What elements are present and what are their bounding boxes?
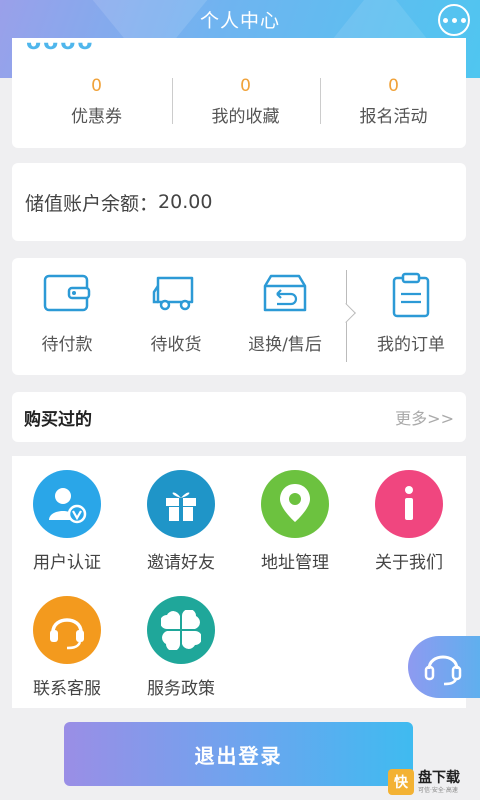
more-dots-icon[interactable] [438, 4, 470, 36]
user-verify-icon [33, 470, 101, 538]
clover-icon [147, 596, 215, 664]
wallet-icon [43, 274, 91, 312]
watermark-subtitle: 可信·安全·高速 [418, 786, 458, 794]
order-label: 退换/售后 [248, 335, 322, 355]
orders-card: 待付款 待收货 退换/售后 我的订单 [12, 258, 466, 375]
service-label: 关于我们 [375, 553, 443, 573]
order-label: 我的订单 [377, 335, 445, 355]
service-invite[interactable]: 邀请好友 [126, 470, 236, 573]
page-title: 个人中心 [199, 10, 280, 32]
service-about[interactable]: 关于我们 [354, 470, 464, 573]
service-label: 用户认证 [33, 553, 101, 573]
return-box-icon [263, 274, 307, 312]
service-address[interactable]: 地址管理 [240, 470, 350, 573]
order-label: 待付款 [41, 335, 93, 355]
service-label: 联系客服 [33, 679, 101, 699]
activity-count: 0 [388, 76, 399, 96]
stat-favorites[interactable]: 0 我的收藏 [170, 76, 321, 127]
watermark-title: 盘下载 [418, 769, 460, 786]
service-label: 邀请好友 [147, 553, 215, 573]
headset-icon [424, 655, 462, 686]
coupon-count: 0 [91, 76, 102, 96]
stat-activities[interactable]: 0 报名活动 [318, 76, 469, 127]
order-label: 待收货 [150, 335, 202, 355]
stat-coupons[interactable]: 0 优惠券 [21, 76, 172, 127]
logout-button[interactable]: 退出登录 [64, 722, 413, 786]
stats-card: ᴗᴗᴗᴗ 0 优惠券 0 我的收藏 0 报名活动 [12, 30, 469, 148]
service-label: 地址管理 [261, 553, 329, 573]
watermark: 快 盘下载 可信·安全·高速 [388, 766, 478, 798]
bought-header: 购买过的 更多>> [12, 392, 466, 442]
service-user-verify[interactable]: 用户认证 [12, 470, 122, 573]
service-policy[interactable]: 服务政策 [126, 596, 236, 699]
order-pending-receipt[interactable]: 待收货 [121, 272, 231, 355]
location-pin-icon [261, 470, 329, 538]
more-link[interactable]: 更多>> [395, 405, 454, 429]
services-grid: 用户认证 邀请好友 地址管理 关于我们 联系客服 服务政策 [12, 456, 466, 708]
clipboard-icon [392, 272, 430, 318]
floating-support-button[interactable] [408, 636, 480, 698]
avatar-edge: ᴗᴗᴗᴗ [26, 30, 95, 55]
my-orders[interactable]: 我的订单 [356, 272, 466, 355]
favorite-label: 我的收藏 [211, 107, 280, 127]
order-return[interactable]: 退换/售后 [230, 272, 340, 355]
order-pending-payment[interactable]: 待付款 [12, 272, 122, 355]
headset-icon [33, 596, 101, 664]
favorite-count: 0 [240, 76, 251, 96]
balance-value: 20.00 [158, 191, 213, 213]
service-label: 服务政策 [147, 679, 215, 699]
coupon-label: 优惠券 [71, 107, 122, 127]
watermark-logo: 快 [388, 769, 414, 795]
activity-label: 报名活动 [359, 107, 428, 127]
balance-label: 储值账户余额： [25, 192, 159, 215]
truck-icon [152, 276, 194, 311]
service-support[interactable]: 联系客服 [12, 596, 122, 699]
balance-card[interactable]: 储值账户余额： 20.00 [12, 163, 466, 241]
bought-title: 购买过的 [24, 409, 92, 430]
gift-icon [147, 470, 215, 538]
info-icon [375, 470, 443, 538]
